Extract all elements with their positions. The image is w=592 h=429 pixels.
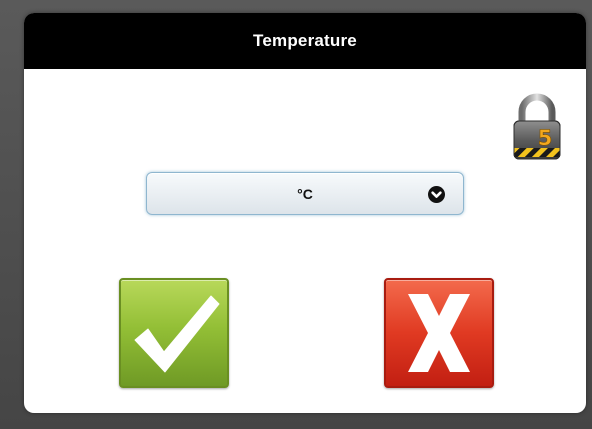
padlock-icon[interactable]: 5	[511, 93, 563, 161]
unit-select-value: °C	[297, 185, 313, 202]
checkmark-icon	[134, 295, 220, 373]
unit-select[interactable]: °C	[146, 172, 464, 215]
cancel-button[interactable]	[384, 278, 494, 388]
lock-level-number: 5	[538, 126, 553, 150]
dialog-title: Temperature	[253, 31, 357, 50]
chevron-down-icon	[428, 186, 445, 203]
temperature-dialog: Temperature 5 °C	[24, 13, 586, 413]
x-icon	[408, 294, 470, 372]
dialog-titlebar: Temperature	[24, 13, 586, 69]
confirm-button[interactable]	[119, 278, 229, 388]
